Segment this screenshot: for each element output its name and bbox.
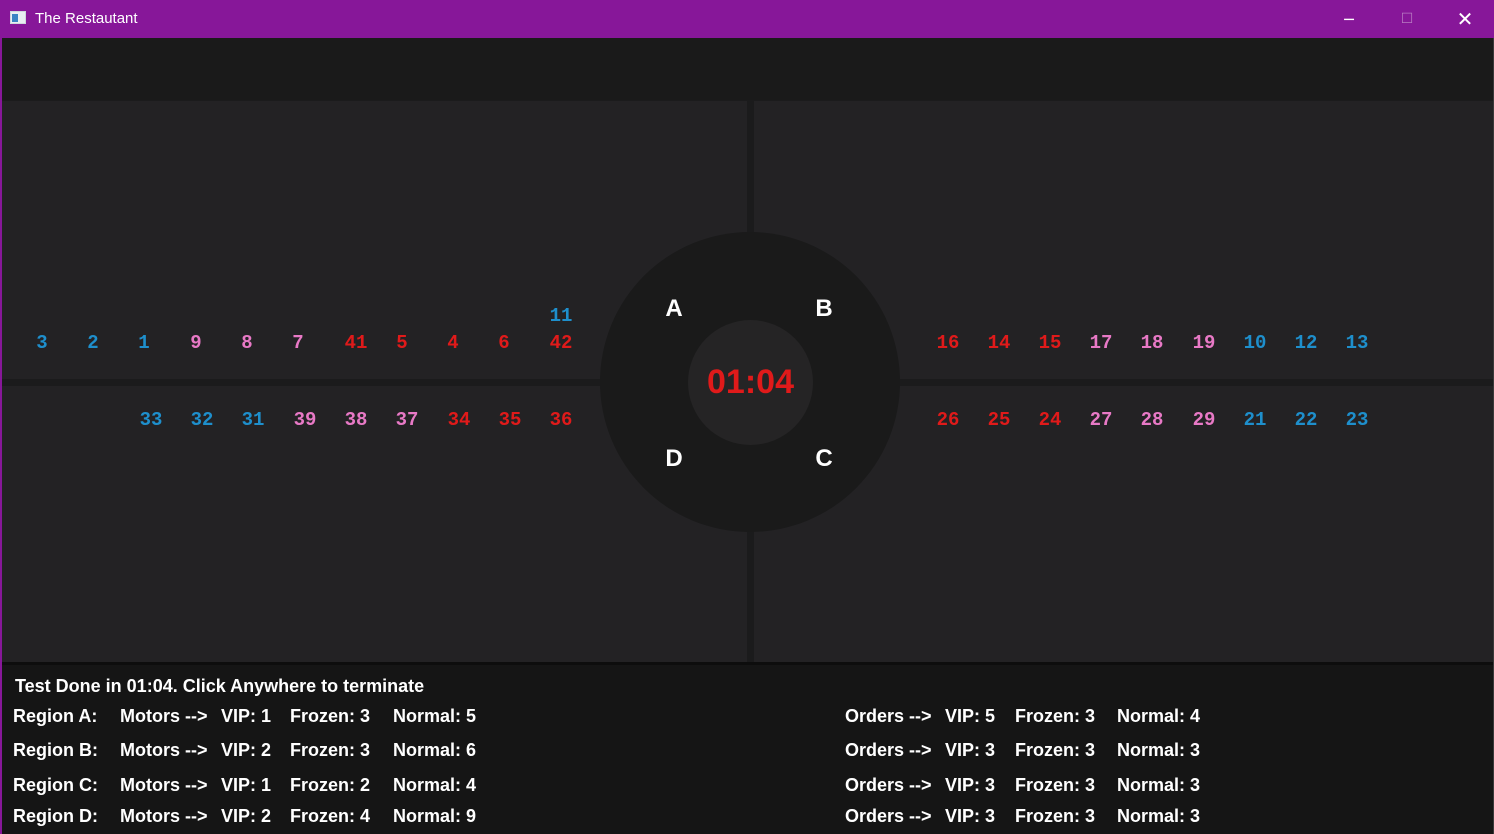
- table-number: 31: [241, 409, 265, 431]
- stat-motors: Motors -->: [120, 775, 208, 795]
- table-number: 16: [936, 332, 960, 354]
- stat-region: Region B:: [13, 740, 98, 760]
- stat-motors: Motors -->: [120, 706, 208, 726]
- table-number: 9: [190, 332, 202, 354]
- stat-o-normal: Normal: 3: [1117, 740, 1201, 760]
- table-number: 36: [549, 409, 573, 431]
- table-number: 11: [549, 305, 573, 327]
- app-icon: [10, 11, 26, 24]
- table-number: 18: [1140, 332, 1164, 354]
- table-number: 38: [344, 409, 368, 431]
- stat-o-normal: Normal: 3: [1117, 775, 1201, 795]
- table-number: 1: [138, 332, 150, 354]
- stat-region: Region D:: [13, 806, 98, 826]
- minimize-button[interactable]: ─: [1320, 0, 1378, 38]
- table-number: 3: [36, 332, 48, 354]
- maximize-icon: ☐: [1400, 11, 1414, 27]
- close-button[interactable]: ✕: [1436, 0, 1494, 38]
- stat-region: Region A:: [13, 706, 98, 726]
- table-number: 33: [139, 409, 163, 431]
- stat-o-vip: VIP: 3: [945, 806, 996, 826]
- stat-orders: Orders -->: [845, 775, 932, 795]
- region-label-a: A: [665, 295, 683, 322]
- maximize-button[interactable]: ☐: [1378, 0, 1436, 38]
- close-icon: ✕: [1456, 7, 1474, 31]
- table-number: 15: [1038, 332, 1062, 354]
- table-number: 21: [1243, 409, 1267, 431]
- title-bar: The Restautant ─ ☐ ✕: [0, 0, 1494, 38]
- stat-o-frozen: Frozen: 3: [1015, 706, 1096, 726]
- table-number: 13: [1345, 332, 1369, 354]
- stat-m-normal: Normal: 9: [393, 806, 477, 826]
- stat-m-frozen: Frozen: 3: [290, 740, 371, 760]
- stat-m-frozen: Frozen: 3: [290, 706, 371, 726]
- table-number: 29: [1192, 409, 1216, 431]
- table-number: 34: [447, 409, 471, 431]
- stat-orders: Orders -->: [845, 740, 932, 760]
- status-message: Test Done in 01:04. Click Anywhere to te…: [15, 676, 425, 696]
- window-title: The Restautant: [35, 10, 138, 27]
- minimize-icon: ─: [1344, 9, 1354, 29]
- region-label-c: C: [815, 445, 833, 472]
- table-number: 24: [1038, 409, 1062, 431]
- table-number: 7: [292, 332, 304, 354]
- table-number: 35: [498, 409, 522, 431]
- table-number: 42: [549, 332, 573, 354]
- stat-m-vip: VIP: 2: [221, 740, 272, 760]
- stat-o-frozen: Frozen: 3: [1015, 806, 1096, 826]
- stat-m-normal: Normal: 4: [393, 775, 477, 795]
- stat-o-frozen: Frozen: 3: [1015, 775, 1096, 795]
- table-number: 28: [1140, 409, 1164, 431]
- stat-m-normal: Normal: 5: [393, 706, 477, 726]
- table-number: 26: [936, 409, 960, 431]
- table-number: 39: [293, 409, 317, 431]
- table-number: 12: [1294, 332, 1318, 354]
- table-number: 22: [1294, 409, 1318, 431]
- stat-orders: Orders -->: [845, 806, 932, 826]
- stat-o-vip: VIP: 5: [945, 706, 996, 726]
- stat-m-normal: Normal: 6: [393, 740, 477, 760]
- region-label-d: D: [665, 445, 683, 472]
- table-number: 5: [396, 332, 408, 354]
- table-number: 19: [1192, 332, 1216, 354]
- stat-m-frozen: Frozen: 2: [290, 775, 371, 795]
- stat-m-vip: VIP: 1: [221, 775, 272, 795]
- stat-m-vip: VIP: 2: [221, 806, 272, 826]
- top-strip: [2, 38, 1493, 100]
- stat-o-vip: VIP: 3: [945, 775, 996, 795]
- table-number: 17: [1089, 332, 1113, 354]
- stat-region: Region C:: [13, 775, 98, 795]
- table-number: 41: [344, 332, 368, 354]
- table-number: 4: [447, 332, 459, 354]
- table-number: 27: [1089, 409, 1113, 431]
- table-number: 14: [987, 332, 1011, 354]
- stat-o-vip: VIP: 3: [945, 740, 996, 760]
- stat-o-normal: Normal: 3: [1117, 806, 1201, 826]
- stat-o-frozen: Frozen: 3: [1015, 740, 1096, 760]
- table-number: 25: [987, 409, 1011, 431]
- stat-o-normal: Normal: 4: [1117, 706, 1201, 726]
- table-number: 23: [1345, 409, 1369, 431]
- table-number: 37: [395, 409, 419, 431]
- stat-m-vip: VIP: 1: [221, 706, 272, 726]
- stat-m-frozen: Frozen: 4: [290, 806, 371, 826]
- table-number: 8: [241, 332, 253, 354]
- table-number: 32: [190, 409, 214, 431]
- stat-motors: Motors -->: [120, 806, 208, 826]
- stat-orders: Orders -->: [845, 706, 932, 726]
- timer-display: 01:04: [707, 363, 794, 401]
- stat-motors: Motors -->: [120, 740, 208, 760]
- table-number: 2: [87, 332, 99, 354]
- region-label-b: B: [815, 295, 833, 322]
- table-number: 6: [498, 332, 510, 354]
- table-number: 10: [1243, 332, 1267, 354]
